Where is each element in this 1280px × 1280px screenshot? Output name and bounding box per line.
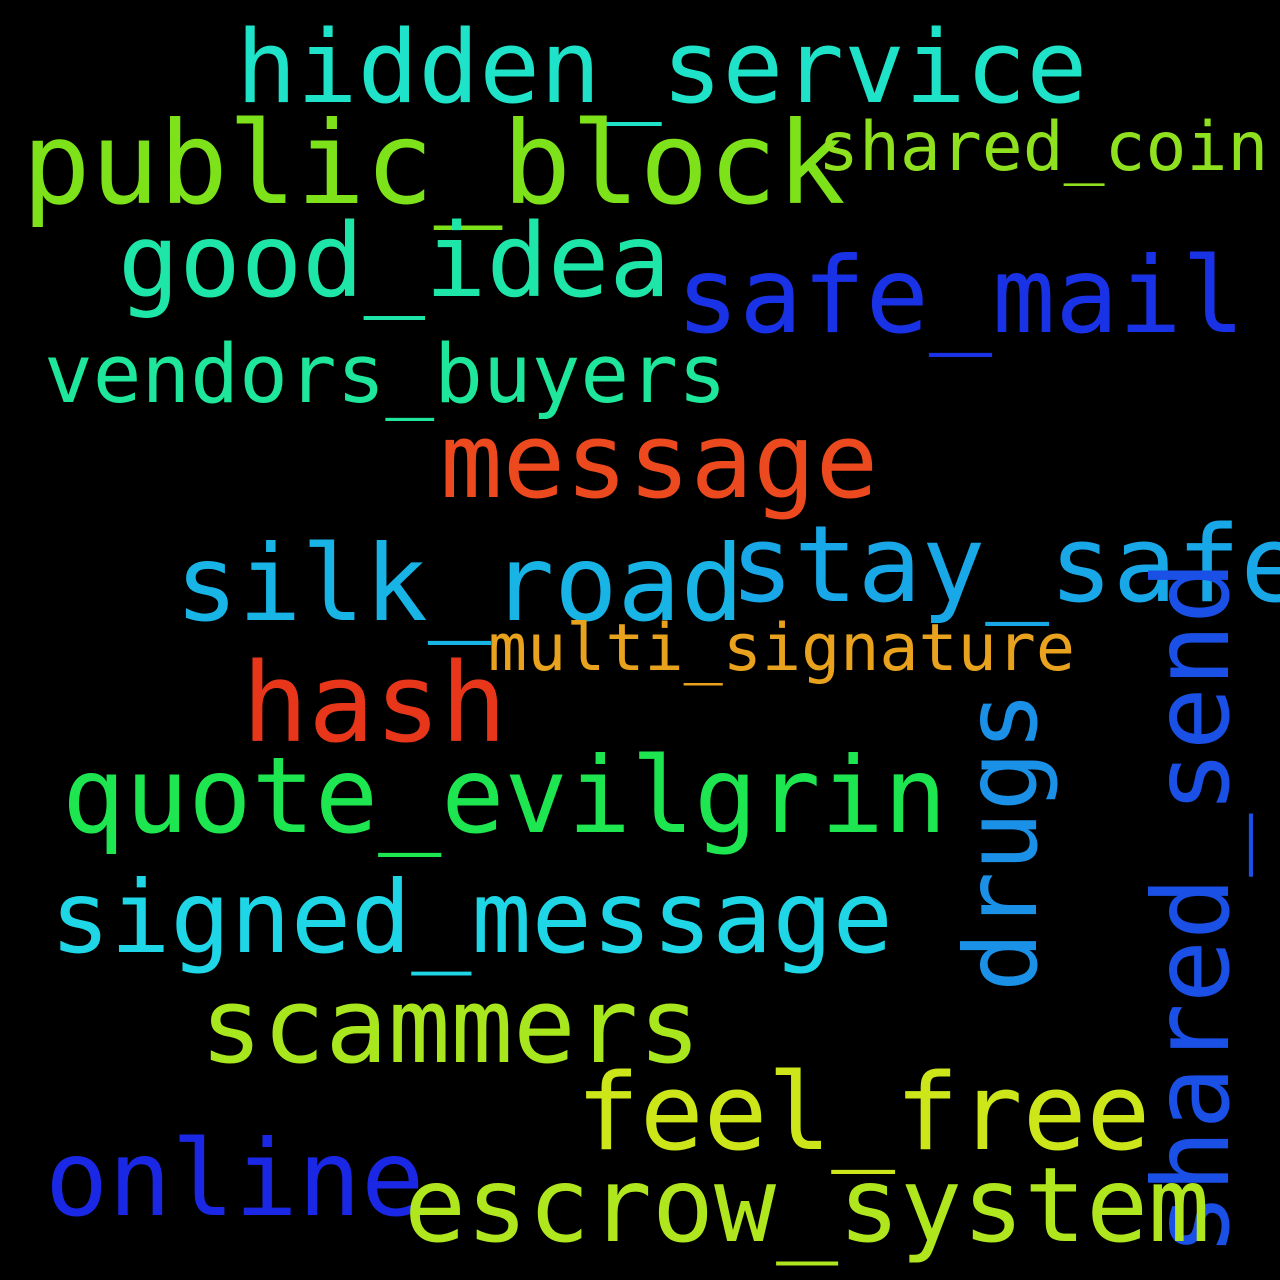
word-shared-coin: shared_coin: [818, 108, 1269, 187]
word-safe-mail: safe_mail: [676, 235, 1245, 357]
word-drugs: drugs: [943, 690, 1060, 992]
word-signed-message: signed_message: [50, 859, 893, 976]
word-online: online: [45, 1118, 425, 1240]
word-escrow-system: escrow_system: [404, 1146, 1211, 1266]
word-cloud: hidden_service public_block shared_coin …: [0, 0, 1280, 1280]
word-quote-evilgrin: quote_evilgrin: [62, 735, 948, 857]
word-multi-signature: multi_signature: [488, 611, 1075, 686]
word-message: message: [440, 400, 879, 522]
word-good-idea: good_idea: [118, 202, 671, 321]
